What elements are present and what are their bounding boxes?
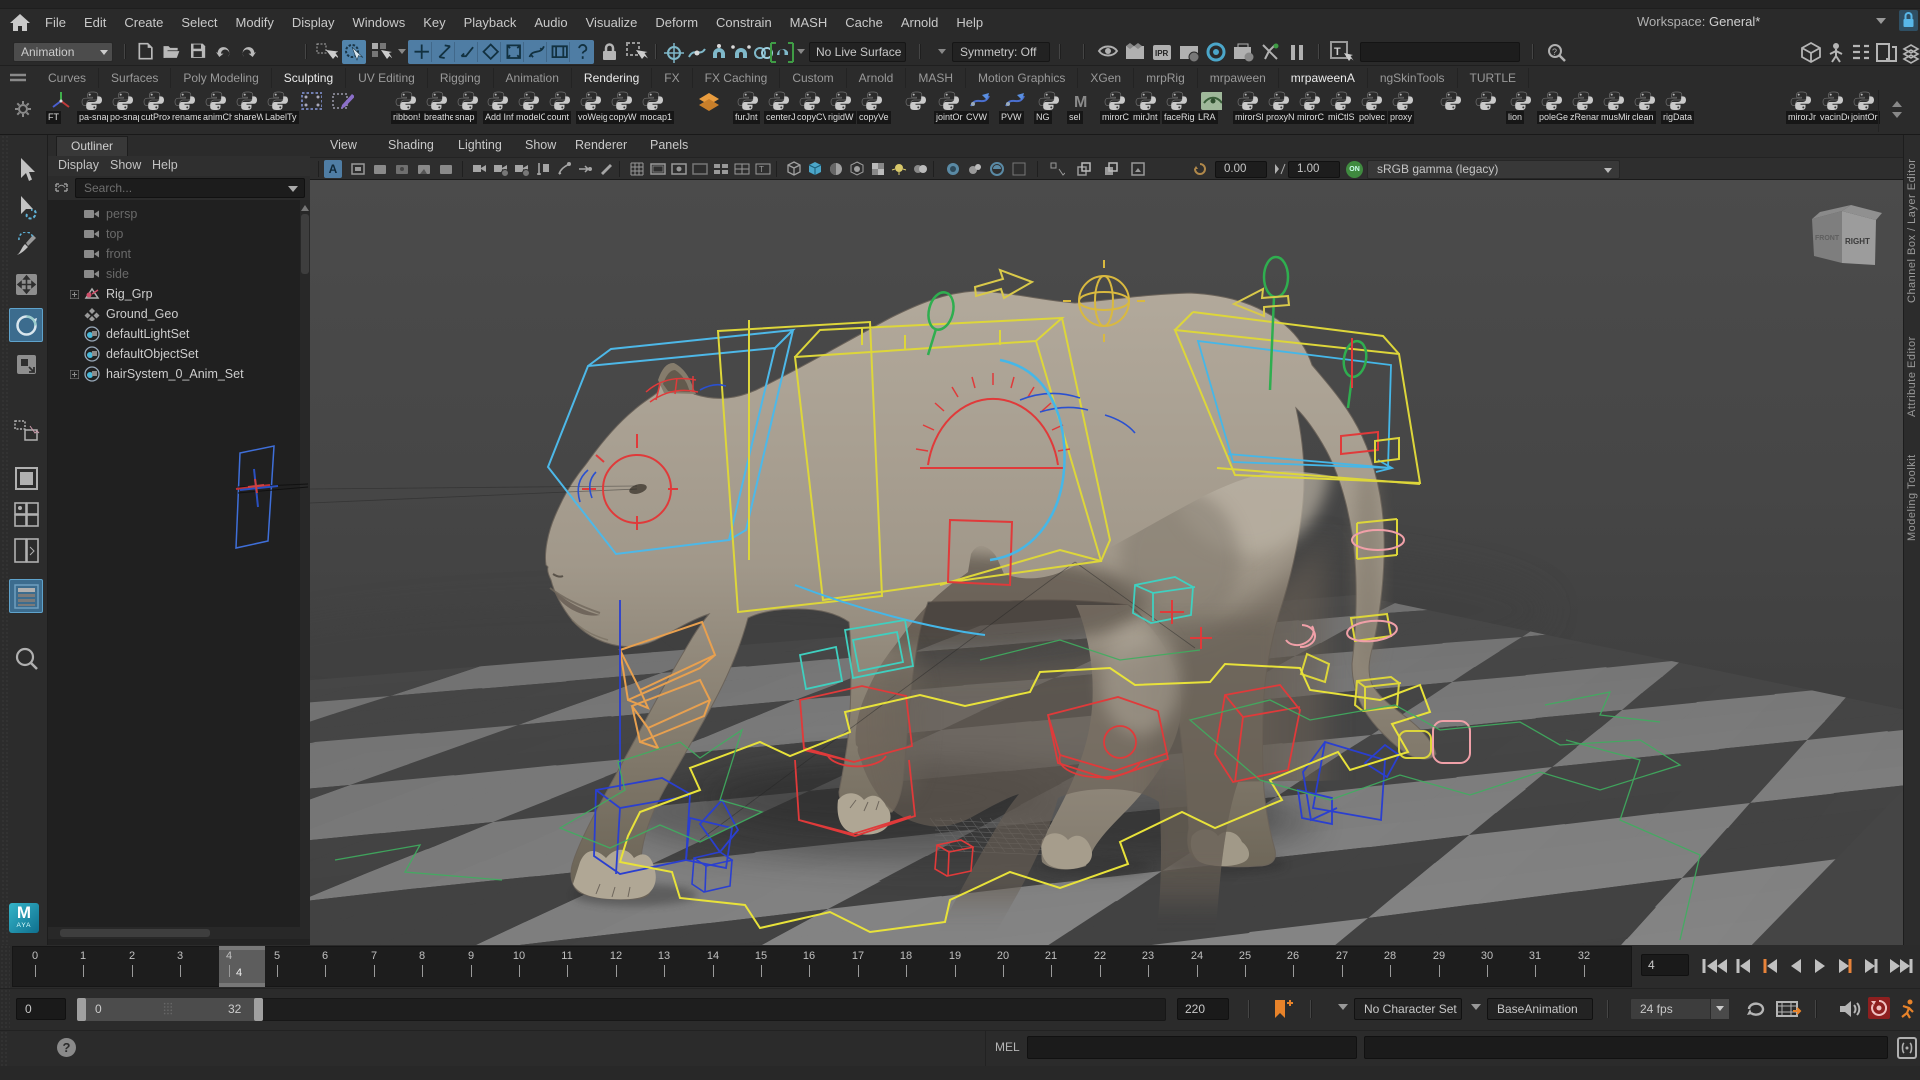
svg-text:RIGHT: RIGHT xyxy=(1845,237,1870,246)
svg-text:IPR: IPR xyxy=(1155,49,1169,58)
svg-text:?: ? xyxy=(1552,47,1557,57)
svg-text:T: T xyxy=(759,165,764,174)
svg-text:T: T xyxy=(1334,46,1341,58)
svg-text:FRONT: FRONT xyxy=(1815,235,1840,242)
svg-text:M: M xyxy=(1074,94,1087,111)
